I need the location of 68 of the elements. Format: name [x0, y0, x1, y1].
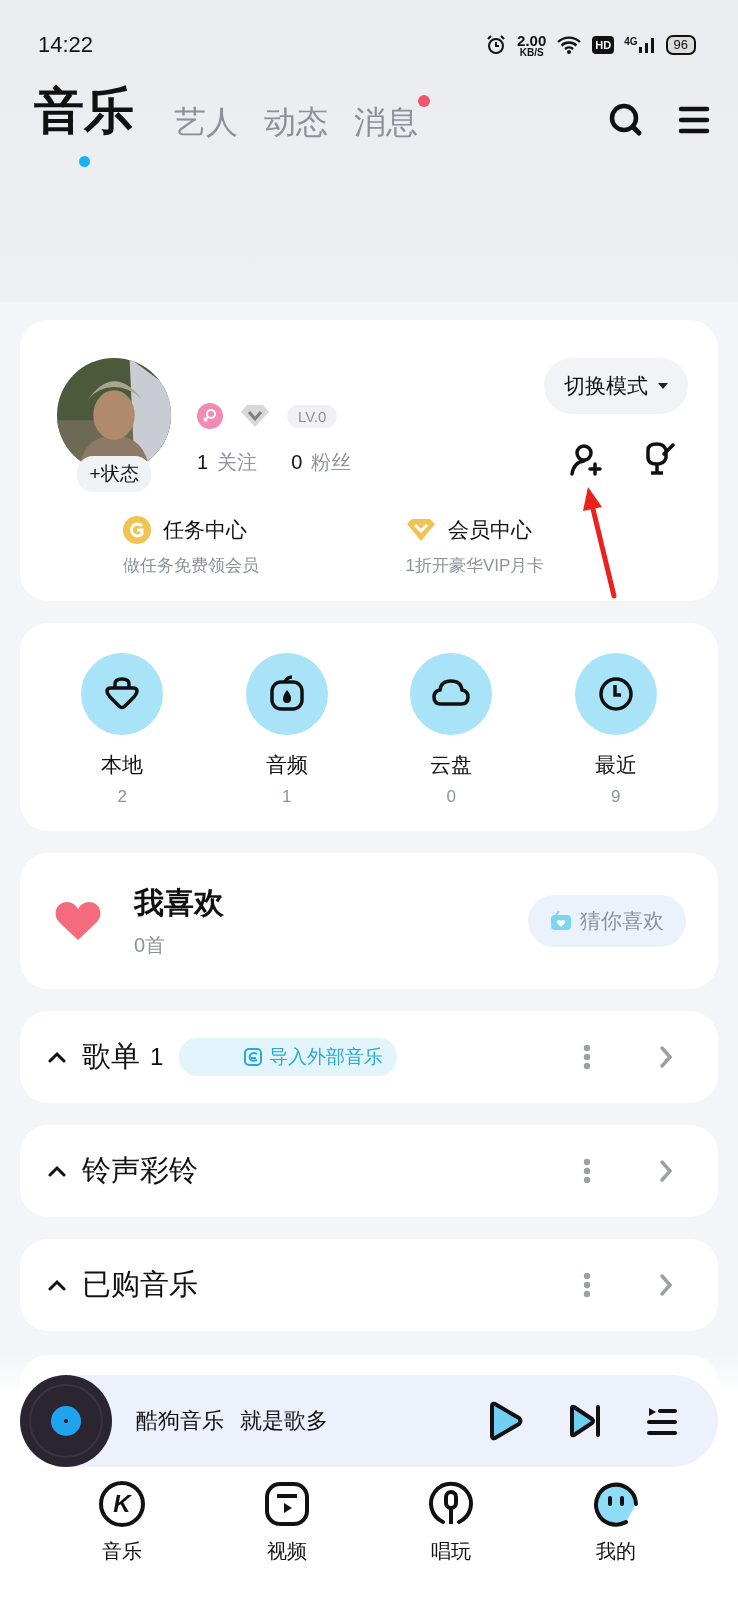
- favorites-title[interactable]: 我喜欢: [134, 883, 528, 924]
- chevron-right-icon[interactable]: [658, 1273, 674, 1297]
- section-title: 歌单: [82, 1039, 140, 1074]
- playlist-section[interactable]: 歌单 1 导入外部音乐: [20, 1011, 718, 1103]
- playlist-section[interactable]: 铃声彩铃: [20, 1125, 718, 1217]
- signal-icon: [637, 36, 656, 54]
- chevron-right-icon[interactable]: [658, 1159, 674, 1183]
- menu-icon[interactable]: [678, 104, 710, 135]
- section-title: 铃声彩铃: [82, 1153, 198, 1188]
- more-icon[interactable]: [582, 1272, 592, 1298]
- link-subtitle: 做任务免费领会员: [123, 555, 260, 577]
- shortcut-count: 2: [117, 787, 127, 807]
- shortcut-count: 0: [446, 787, 456, 807]
- link-subtitle: 1折开豪华VIP月卡: [405, 555, 546, 577]
- diamond-icon: [405, 518, 436, 542]
- chevron-right-icon[interactable]: [658, 1045, 674, 1069]
- nav-tab[interactable]: K 音乐: [78, 1472, 167, 1600]
- add-user-icon[interactable]: [568, 442, 604, 478]
- link-title[interactable]: 会员中心: [447, 516, 532, 544]
- player-slogan: 就是歌多: [240, 1407, 328, 1435]
- caret-icon[interactable]: [48, 1165, 66, 1177]
- music-logo-icon: K: [98, 1480, 147, 1528]
- mode-switch-button[interactable]: 切换模式: [544, 358, 688, 414]
- more-icon[interactable]: [582, 1158, 592, 1184]
- heart-icon: [54, 900, 102, 942]
- video-icon: [262, 1480, 311, 1528]
- nav-tab[interactable]: 视频: [242, 1472, 331, 1600]
- import-icon: [243, 1047, 264, 1067]
- coin-icon: [123, 516, 151, 544]
- caret-icon[interactable]: [48, 1051, 66, 1063]
- caret-icon[interactable]: [48, 1279, 66, 1291]
- network-speed: 2.00: [517, 32, 547, 48]
- wifi-icon: [556, 35, 583, 55]
- next-icon[interactable]: [568, 1403, 602, 1439]
- playlist-icon[interactable]: [646, 1405, 678, 1437]
- status-time: 14:22: [38, 32, 94, 58]
- section-title: 已购音乐: [82, 1267, 198, 1302]
- caret-icon: [658, 383, 668, 389]
- face-tab-icon: [591, 1480, 640, 1528]
- mini-player[interactable]: 酷狗音乐 就是歌多: [20, 1375, 718, 1467]
- tab[interactable]: 音乐: [32, 68, 146, 171]
- diamond-icon: [239, 403, 271, 429]
- nav-tab[interactable]: 我的: [571, 1472, 660, 1600]
- radio-icon: [550, 911, 572, 931]
- following-count[interactable]: 1: [197, 451, 209, 474]
- shortcut-count: 9: [611, 787, 621, 807]
- hd-badge: HD: [592, 36, 615, 54]
- vinyl-disc-icon: [20, 1375, 112, 1467]
- shortcut-label: 最近: [594, 752, 637, 778]
- search-icon[interactable]: [608, 101, 644, 138]
- gender-icon: [197, 403, 223, 429]
- shortcut-label: 本地: [101, 752, 144, 778]
- fans-count[interactable]: 0: [291, 451, 303, 474]
- network-type: 4G: [624, 36, 638, 47]
- player-title: 酷狗音乐: [136, 1407, 224, 1435]
- level-badge: LV.0: [287, 404, 338, 428]
- link-title[interactable]: 任务中心: [163, 516, 247, 544]
- speed-unit: KB/S: [519, 47, 544, 58]
- battery-level: 96: [665, 35, 696, 55]
- playlist-section[interactable]: 已购音乐: [20, 1239, 718, 1331]
- status-button[interactable]: +状态: [77, 456, 151, 492]
- shortcut-label: 云盘: [430, 752, 473, 778]
- section-count: 1: [150, 1043, 164, 1071]
- nav-tab[interactable]: 唱玩: [407, 1472, 496, 1600]
- shortcut-count: 1: [282, 787, 292, 807]
- shortcut-label: 音频: [265, 752, 308, 778]
- more-icon[interactable]: [582, 1044, 592, 1070]
- favorites-count: 0首: [134, 933, 167, 958]
